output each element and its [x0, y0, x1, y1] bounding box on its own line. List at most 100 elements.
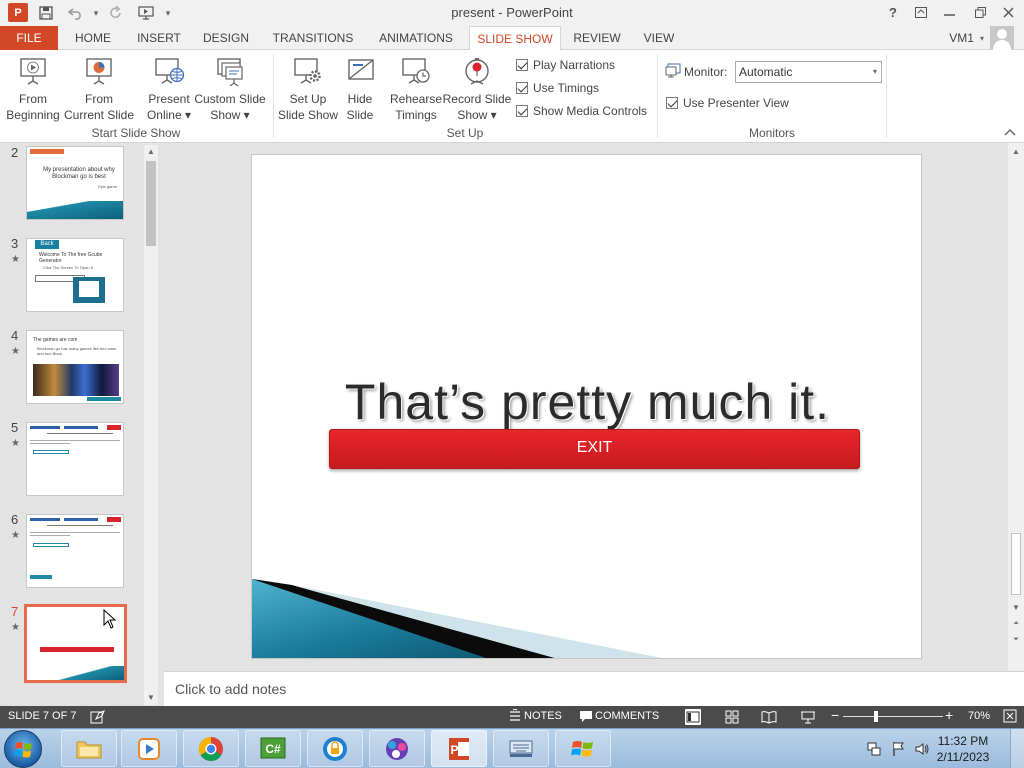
help-icon[interactable]: ? — [881, 2, 905, 22]
clock-date[interactable]: 2/11/2023 — [928, 750, 998, 764]
taskbar-windows-app[interactable] — [555, 730, 611, 767]
from-current-slide-button[interactable]: From Current Slide — [63, 56, 135, 123]
fit-slide-to-window-icon[interactable] — [1003, 709, 1019, 725]
slide-counter: SLIDE 7 OF 7 — [8, 710, 77, 722]
notes-button[interactable]: NOTES — [524, 710, 562, 722]
thumbnail-decoration — [30, 575, 52, 579]
redo-icon[interactable] — [106, 3, 126, 23]
monitor-select[interactable]: Automatic ▾ — [735, 61, 882, 83]
record-label-2: Show ▾ — [457, 108, 497, 122]
scrollbar-thumb[interactable] — [1011, 533, 1021, 595]
comments-icon[interactable] — [579, 709, 595, 725]
tab-view[interactable]: VIEW — [634, 26, 684, 50]
ribbon-display-options-icon[interactable] — [909, 2, 933, 22]
use-timings-checkbox[interactable]: Use Timings — [516, 81, 599, 95]
taskbar-powerpoint[interactable]: P — [431, 730, 487, 767]
notes-pane[interactable]: Click to add notes — [164, 671, 1024, 706]
show-media-controls-checkbox[interactable]: Show Media Controls — [516, 104, 647, 118]
custom-slide-show-button[interactable]: Custom Slide Show ▾ — [194, 56, 266, 123]
powerpoint-app-icon[interactable]: P — [8, 3, 28, 22]
network-globe-icon — [386, 737, 408, 760]
slide-thumbnail-5[interactable] — [26, 422, 124, 496]
editor-scrollbar[interactable]: ▲ ▼ ⏶ ⏷ — [1008, 143, 1024, 671]
present-online-label-2: Online ▾ — [146, 108, 192, 122]
normal-view-icon[interactable] — [685, 709, 701, 725]
slide-title[interactable]: That’s pretty much it. — [252, 373, 921, 431]
comments-button[interactable]: COMMENTS — [595, 710, 659, 722]
tab-home[interactable]: HOME — [64, 26, 122, 50]
zoom-out-icon[interactable]: − — [831, 707, 839, 723]
hide-slide-icon — [344, 56, 376, 88]
next-slide-icon[interactable]: ⏷ — [1008, 633, 1024, 647]
mouse-cursor-icon — [103, 608, 117, 632]
taskbar-csharp-app[interactable]: C# — [245, 730, 301, 767]
start-from-beginning-icon[interactable] — [136, 3, 156, 23]
record-slide-show-button[interactable]: Record Slide Show ▾ — [442, 56, 512, 123]
tab-insert[interactable]: INSERT — [130, 26, 188, 50]
notes-icon[interactable] — [508, 708, 524, 725]
restore-icon[interactable] — [968, 2, 992, 22]
tab-slide-show[interactable]: SLIDE SHOW — [469, 26, 561, 51]
slide-thumbnail-3[interactable]: Back Welcome To The free Gcube Generator… — [26, 238, 124, 312]
show-desktop-button[interactable] — [1010, 729, 1024, 768]
undo-dropdown-icon[interactable]: ▾ — [86, 3, 106, 23]
clock-time[interactable]: 11:32 PM — [928, 734, 998, 748]
slide-thumbnail-6[interactable] — [26, 514, 124, 588]
thumbnails-scrollbar[interactable]: ▲ ▼ — [144, 145, 158, 705]
record-slide-show-icon — [461, 56, 493, 88]
scroll-down-icon[interactable]: ▼ — [144, 691, 158, 705]
minimize-icon[interactable] — [937, 2, 961, 22]
thumbnail-decoration — [30, 440, 120, 441]
account-menu[interactable]: VM1 ▾ — [949, 26, 1014, 50]
taskbar-media-player[interactable] — [121, 730, 177, 767]
zoom-in-icon[interactable]: + — [945, 707, 953, 723]
from-beginning-label-2: Beginning — [6, 108, 60, 122]
current-slide[interactable]: That’s pretty much it. EXIT — [251, 154, 922, 659]
set-up-slide-show-button[interactable]: Set Up Slide Show — [277, 56, 339, 123]
present-online-button[interactable]: Present Online ▾ — [142, 56, 196, 123]
network-tray-icon[interactable] — [866, 741, 882, 757]
taskbar-vpn-app[interactable] — [307, 730, 363, 767]
spelling-check-icon[interactable] — [90, 709, 106, 725]
previous-slide-icon[interactable]: ⏶ — [1008, 617, 1024, 631]
tab-animations[interactable]: ANIMATIONS — [370, 26, 462, 50]
customize-quick-access-icon[interactable]: ▾ — [158, 3, 178, 23]
zoom-level[interactable]: 70% — [968, 710, 990, 722]
undo-icon[interactable] — [66, 3, 86, 23]
taskbar-network-app[interactable] — [369, 730, 425, 767]
scrollbar-thumb[interactable] — [146, 161, 156, 246]
hide-slide-button[interactable]: Hide Slide — [340, 56, 380, 123]
close-icon[interactable] — [996, 2, 1020, 22]
tab-file[interactable]: FILE — [0, 26, 58, 50]
windows-start-button[interactable] — [4, 730, 42, 768]
use-presenter-view-checkbox[interactable]: Use Presenter View — [666, 96, 789, 110]
slide-thumbnail-4[interactable]: The games are com Blockman go has many g… — [26, 330, 124, 404]
slide-show-view-icon[interactable] — [800, 709, 816, 725]
tab-review[interactable]: REVIEW — [568, 26, 626, 50]
tab-design[interactable]: DESIGN — [196, 26, 256, 50]
rehearse-timings-button[interactable]: Rehearse Timings — [388, 56, 444, 123]
collapse-ribbon-icon[interactable] — [1004, 128, 1016, 138]
slide-sorter-view-icon[interactable] — [724, 709, 740, 725]
tab-transitions[interactable]: TRANSITIONS — [266, 26, 360, 50]
from-beginning-button[interactable]: From Beginning — [5, 56, 61, 123]
zoom-slider[interactable] — [843, 716, 943, 717]
play-narrations-checkbox[interactable]: Play Narrations — [516, 58, 615, 72]
exit-button[interactable]: EXIT — [329, 429, 860, 469]
save-icon[interactable] — [36, 3, 56, 23]
chevron-down-icon: ▾ — [872, 67, 877, 76]
action-center-flag-icon[interactable] — [891, 741, 907, 757]
scroll-up-icon[interactable]: ▲ — [1008, 145, 1024, 159]
monitors-group-label: Monitors — [748, 126, 795, 140]
taskbar-file-explorer[interactable] — [61, 730, 117, 767]
reading-view-icon[interactable] — [761, 709, 777, 725]
taskbar-chrome[interactable] — [183, 730, 239, 767]
scroll-down-icon[interactable]: ▼ — [1008, 601, 1024, 615]
scroll-up-icon[interactable]: ▲ — [144, 145, 158, 159]
thumbnail-decoration — [33, 450, 69, 454]
taskbar-keyboard-app[interactable] — [493, 730, 549, 767]
folder-icon — [76, 741, 102, 758]
thumbnail-number: 3 — [11, 236, 19, 251]
zoom-slider-handle[interactable] — [874, 711, 878, 722]
slide-thumbnail-2[interactable]: My presentation about why Blockman go is… — [26, 146, 124, 220]
